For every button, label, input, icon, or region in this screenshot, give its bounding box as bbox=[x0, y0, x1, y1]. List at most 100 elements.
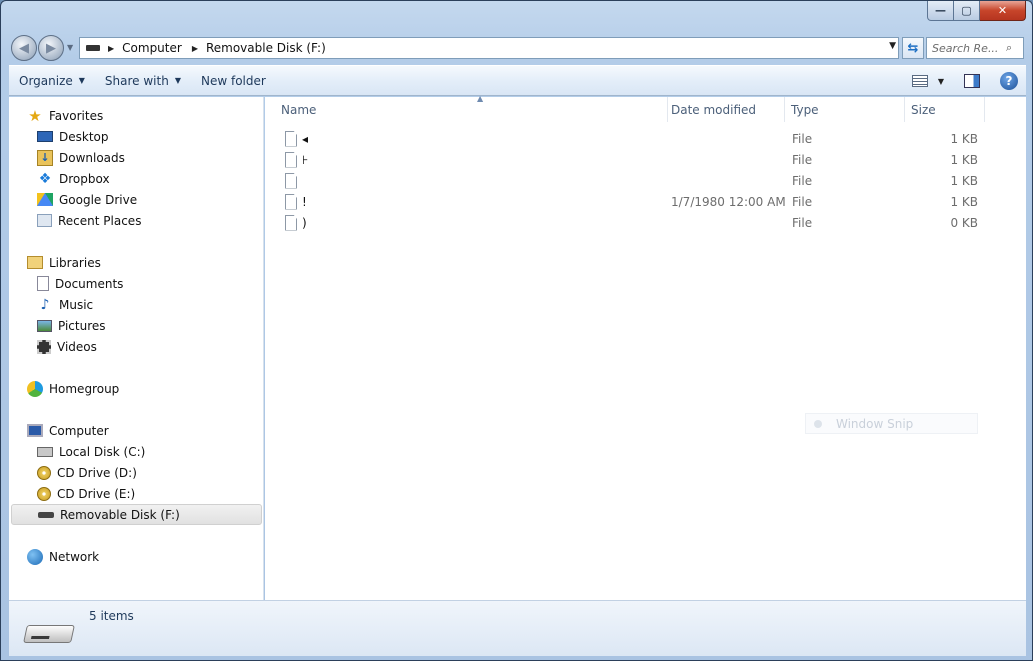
homegroup-icon bbox=[27, 380, 43, 397]
sidebar-item-dropbox[interactable]: ❖ Dropbox bbox=[37, 168, 110, 189]
sidebar-item-cd-drive-d[interactable]: CD Drive (D:) bbox=[37, 462, 137, 483]
snip-dot-icon bbox=[814, 419, 822, 428]
toolbar: Organize ▼ Share with ▼ New folder ▼ ? bbox=[9, 65, 1026, 96]
search-box[interactable]: ⌕ bbox=[926, 37, 1024, 59]
sidebar-item-music[interactable]: ♪ Music bbox=[37, 294, 94, 315]
explorer-window: — ▢ ✕ ◀ ▶ ▼ ▶ Computer ▶ Removable Disk … bbox=[0, 0, 1033, 661]
window-snip-ghost: Window Snip bbox=[805, 413, 978, 434]
removable-disk-icon bbox=[23, 625, 75, 643]
breadcrumb-arrow-icon[interactable]: ▶ bbox=[192, 44, 198, 53]
organize-button[interactable]: Organize ▼ bbox=[9, 74, 95, 88]
sidebar-item-label: Desktop bbox=[59, 129, 109, 144]
share-with-button[interactable]: Share with ▼ bbox=[95, 74, 191, 88]
table-row[interactable]: ◂ File 1 KB bbox=[265, 128, 1026, 149]
file-size: 1 KB bbox=[950, 131, 978, 146]
sidebar-item-label: Google Drive bbox=[59, 192, 138, 207]
pictures-icon bbox=[37, 319, 52, 332]
breadcrumb-computer[interactable]: Computer bbox=[122, 41, 182, 55]
column-header-size[interactable]: Size bbox=[905, 97, 985, 122]
sidebar-item-label: CD Drive (D:) bbox=[57, 465, 137, 480]
sidebar-item-label: Computer bbox=[49, 423, 109, 438]
search-input[interactable] bbox=[932, 41, 1002, 55]
sidebar-item-local-disk-c[interactable]: Local Disk (C:) bbox=[37, 441, 145, 462]
preview-pane-icon[interactable] bbox=[964, 74, 980, 88]
search-icon: ⌕ bbox=[1006, 41, 1013, 54]
sidebar-item-documents[interactable]: Documents bbox=[37, 273, 123, 294]
removable-disk-icon bbox=[38, 511, 54, 518]
sidebar-item-desktop[interactable]: Desktop bbox=[37, 126, 109, 147]
sidebar-favorites[interactable]: ★ Favorites bbox=[27, 105, 103, 126]
caption-buttons: — ▢ ✕ bbox=[927, 1, 1026, 21]
change-view-icon[interactable] bbox=[911, 75, 928, 87]
sidebar-item-cd-drive-e[interactable]: CD Drive (E:) bbox=[37, 483, 135, 504]
sidebar-item-recent-places[interactable]: Recent Places bbox=[37, 210, 141, 231]
sidebar-item-label: Local Disk (C:) bbox=[59, 444, 146, 459]
window-snip-label: Window Snip bbox=[836, 416, 914, 431]
table-row[interactable]: ⊦ File 1 KB bbox=[265, 149, 1026, 170]
breadcrumb-arrow-icon[interactable]: ▶ bbox=[108, 44, 114, 53]
star-icon: ★ bbox=[28, 106, 42, 125]
sidebar-item-label: Documents bbox=[55, 276, 124, 291]
refresh-button[interactable]: ⇆ bbox=[902, 37, 924, 59]
sort-ascending-icon: ▲ bbox=[477, 94, 484, 103]
file-size: 1 KB bbox=[950, 173, 978, 188]
file-size: 1 KB bbox=[950, 194, 978, 209]
view-options-chevron-icon[interactable]: ▼ bbox=[938, 77, 944, 86]
downloads-icon: ↓ bbox=[37, 149, 53, 166]
table-row[interactable]: ) File 0 KB bbox=[265, 212, 1026, 233]
column-header-label: Size bbox=[911, 102, 936, 117]
sidebar-item-removable-disk-f[interactable]: Removable Disk (F:) bbox=[11, 504, 262, 525]
file-type: File bbox=[792, 194, 813, 209]
sidebar-item-videos[interactable]: Videos bbox=[37, 336, 97, 357]
navigation-pane: ★ Favorites Desktop ↓ Downloads ❖ Dropbo… bbox=[9, 97, 264, 600]
sidebar-item-label: Favorites bbox=[49, 108, 104, 123]
chevron-down-icon: ▼ bbox=[78, 76, 85, 85]
sidebar-item-label: Libraries bbox=[49, 255, 101, 270]
breadcrumb-removable-disk[interactable]: Removable Disk (F:) bbox=[206, 41, 326, 55]
file-name: ⊦ bbox=[302, 152, 309, 167]
recent-pages-dropdown-icon[interactable]: ▼ bbox=[67, 43, 77, 53]
sidebar-item-label: Music bbox=[59, 297, 94, 312]
file-name: ◂ bbox=[302, 131, 309, 146]
sidebar-computer[interactable]: Computer bbox=[27, 420, 109, 441]
cd-drive-icon bbox=[37, 486, 51, 501]
minimize-button[interactable]: — bbox=[927, 1, 954, 21]
column-header-type[interactable]: Type bbox=[785, 97, 905, 122]
column-header-date-modified[interactable]: Date modified bbox=[665, 97, 785, 122]
file-size: 1 KB bbox=[950, 152, 978, 167]
table-row[interactable]: ! 1/7/1980 12:00 AM File 1 KB bbox=[265, 191, 1026, 212]
dropbox-icon: ❖ bbox=[38, 170, 52, 187]
organize-label: Organize bbox=[19, 73, 73, 88]
column-header-name[interactable]: ▲ Name bbox=[275, 94, 668, 122]
forward-button[interactable]: ▶ bbox=[38, 35, 64, 61]
file-date: 1/7/1980 12:00 AM bbox=[671, 194, 786, 209]
file-name: ! bbox=[302, 194, 307, 209]
address-dropdown-icon[interactable]: ▼ bbox=[889, 41, 896, 51]
back-button[interactable]: ◀ bbox=[11, 35, 37, 61]
sidebar-item-pictures[interactable]: Pictures bbox=[37, 315, 106, 336]
sidebar-item-downloads[interactable]: ↓ Downloads bbox=[37, 147, 125, 168]
recent-places-icon bbox=[37, 214, 52, 227]
sidebar-network[interactable]: Network bbox=[27, 546, 99, 567]
file-type: File bbox=[792, 152, 813, 167]
sidebar-item-label: Removable Disk (F:) bbox=[60, 507, 180, 522]
file-icon bbox=[285, 151, 297, 168]
table-row[interactable]: File 1 KB bbox=[265, 170, 1026, 191]
sidebar-homegroup[interactable]: Homegroup bbox=[27, 378, 119, 399]
google-drive-icon bbox=[37, 193, 53, 206]
computer-icon bbox=[27, 424, 43, 437]
cd-drive-icon bbox=[37, 465, 51, 480]
sidebar-libraries[interactable]: Libraries bbox=[27, 252, 101, 273]
sidebar-item-label: Homegroup bbox=[49, 381, 120, 396]
drive-icon bbox=[86, 45, 100, 51]
close-button[interactable]: ✕ bbox=[980, 1, 1026, 21]
documents-icon bbox=[37, 276, 49, 291]
maximize-button[interactable]: ▢ bbox=[954, 1, 980, 21]
new-folder-button[interactable]: New folder bbox=[191, 74, 276, 88]
column-header-label: Date modified bbox=[671, 102, 757, 117]
details-pane: 5 items bbox=[9, 600, 1026, 656]
sidebar-item-google-drive[interactable]: Google Drive bbox=[37, 189, 137, 210]
item-count: 5 items bbox=[89, 609, 134, 623]
help-icon[interactable]: ? bbox=[1000, 72, 1018, 90]
address-bar[interactable]: ▶ Computer ▶ Removable Disk (F:) ▼ bbox=[79, 37, 899, 59]
